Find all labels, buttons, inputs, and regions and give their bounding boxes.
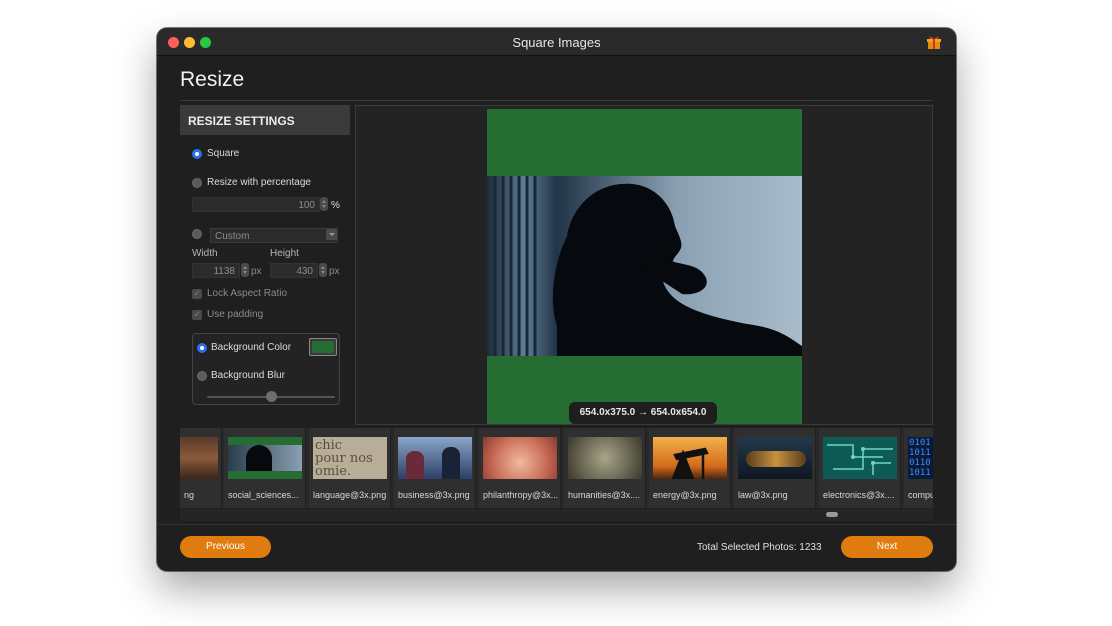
thumbnail-item[interactable]: social_sciences... (224, 428, 306, 508)
thumbnail-strip[interactable]: ng social_sciences... chic pour nos omie. … (180, 428, 933, 508)
use-padding-label: Use padding (207, 309, 264, 320)
custom-dropdown[interactable]: Custom (210, 228, 338, 243)
footer-divider (157, 524, 956, 525)
background-options-box: Background Color Background Blur (192, 333, 340, 405)
height-px-unit: px (329, 266, 340, 277)
previous-button[interactable]: Previous (180, 536, 271, 558)
thumbnail-item[interactable]: chic pour nos omie. language@3x.png (309, 428, 391, 508)
background-color-radio[interactable] (197, 343, 207, 353)
thumbnail-item[interactable]: ng (180, 428, 222, 508)
thumbnail-item[interactable]: humanities@3x.... (564, 428, 646, 508)
photo-gavel-icon (738, 437, 812, 479)
percentage-input[interactable]: 100 (192, 197, 320, 212)
thumbnail-label: electronics@3x.... (823, 490, 895, 500)
chevron-down-icon[interactable] (326, 229, 337, 240)
photo-oil-pump-icon (653, 437, 727, 479)
width-label: Width (192, 248, 218, 259)
background-color-swatch[interactable] (309, 338, 337, 356)
title-divider (180, 100, 933, 101)
background-color-label: Background Color (211, 342, 292, 353)
preview-canvas (487, 109, 802, 424)
next-button[interactable]: Next (841, 536, 933, 558)
thumbnail-label: humanities@3x.... (568, 490, 641, 500)
title-bar: Square Images (157, 28, 956, 56)
thumbnail-label: business@3x.png (398, 490, 470, 500)
photo-hands-icon (483, 437, 557, 479)
window-title: Square Images (512, 35, 601, 50)
photo-silhouette-icon (228, 437, 302, 479)
size-badge: 654.0x375.0 → 654.0x654.0 (569, 402, 717, 424)
thumbnail-item[interactable]: philanthropy@3x... (479, 428, 561, 508)
photo-banknote-icon (568, 437, 642, 479)
thumbnail-item[interactable]: energy@3x.png (649, 428, 731, 508)
percentage-stepper[interactable] (320, 197, 328, 211)
settings-header: RESIZE SETTINGS (180, 105, 350, 135)
thumbnail-item[interactable]: electronics@3x.... (819, 428, 901, 508)
photo-binary-icon: 0101 1011 0110 1011 (908, 437, 933, 479)
app-window: Square Images Resize RESIZE SETTINGS Squ… (157, 28, 956, 571)
page-title: Resize (180, 68, 245, 91)
total-selected-photos: Total Selected Photos: 1233 (697, 542, 822, 553)
blur-slider-knob[interactable] (266, 391, 277, 402)
thumbnail-label: language@3x.png (313, 490, 387, 500)
width-stepper[interactable] (241, 263, 249, 277)
percentage-radio[interactable] (192, 178, 202, 188)
thumbnail-scrollbar[interactable] (180, 509, 933, 521)
thumbnail-label: philanthropy@3x... (483, 490, 559, 500)
custom-radio[interactable] (192, 229, 202, 239)
photo-text-icon: chic pour nos omie. (313, 437, 387, 479)
height-label: Height (270, 248, 299, 259)
gift-icon[interactable] (926, 34, 942, 50)
percentage-label: Resize with percentage (207, 177, 311, 188)
square-radio[interactable] (192, 149, 202, 159)
photo-partial-icon (180, 437, 218, 479)
thumbnail-label: law@3x.png (738, 490, 788, 500)
photo-circuit-icon (823, 437, 897, 479)
width-px-unit: px (251, 266, 262, 277)
use-padding-checkbox[interactable]: ✓ (192, 310, 202, 320)
width-input[interactable]: 1138 (192, 263, 240, 278)
image-preview-panel: 654.0x375.0 → 654.0x654.0 (355, 105, 933, 425)
lock-aspect-label: Lock Aspect Ratio (207, 288, 288, 299)
percent-unit: % (331, 200, 340, 211)
photo-business-icon (398, 437, 472, 479)
scrollbar-thumb[interactable] (826, 512, 838, 517)
thumbnail-item[interactable]: law@3x.png (734, 428, 816, 508)
square-label: Square (207, 148, 240, 159)
height-stepper[interactable] (319, 263, 327, 277)
background-blur-label: Background Blur (211, 370, 285, 381)
preview-photo (487, 176, 802, 356)
silhouette-image (493, 176, 802, 356)
lock-aspect-checkbox[interactable]: ✓ (192, 289, 202, 299)
thumbnail-label: social_sciences... (228, 490, 299, 500)
height-input[interactable]: 430 (270, 263, 318, 278)
thumbnail-item[interactable]: business@3x.png (394, 428, 476, 508)
thumbnail-label: energy@3x.png (653, 490, 717, 500)
thumbnail-label: compu (908, 490, 933, 500)
background-blur-radio[interactable] (197, 371, 207, 381)
resize-settings-panel: RESIZE SETTINGS Square Resize with perce… (180, 105, 350, 425)
thumbnail-item[interactable]: 0101 1011 0110 1011 compu (904, 428, 933, 508)
